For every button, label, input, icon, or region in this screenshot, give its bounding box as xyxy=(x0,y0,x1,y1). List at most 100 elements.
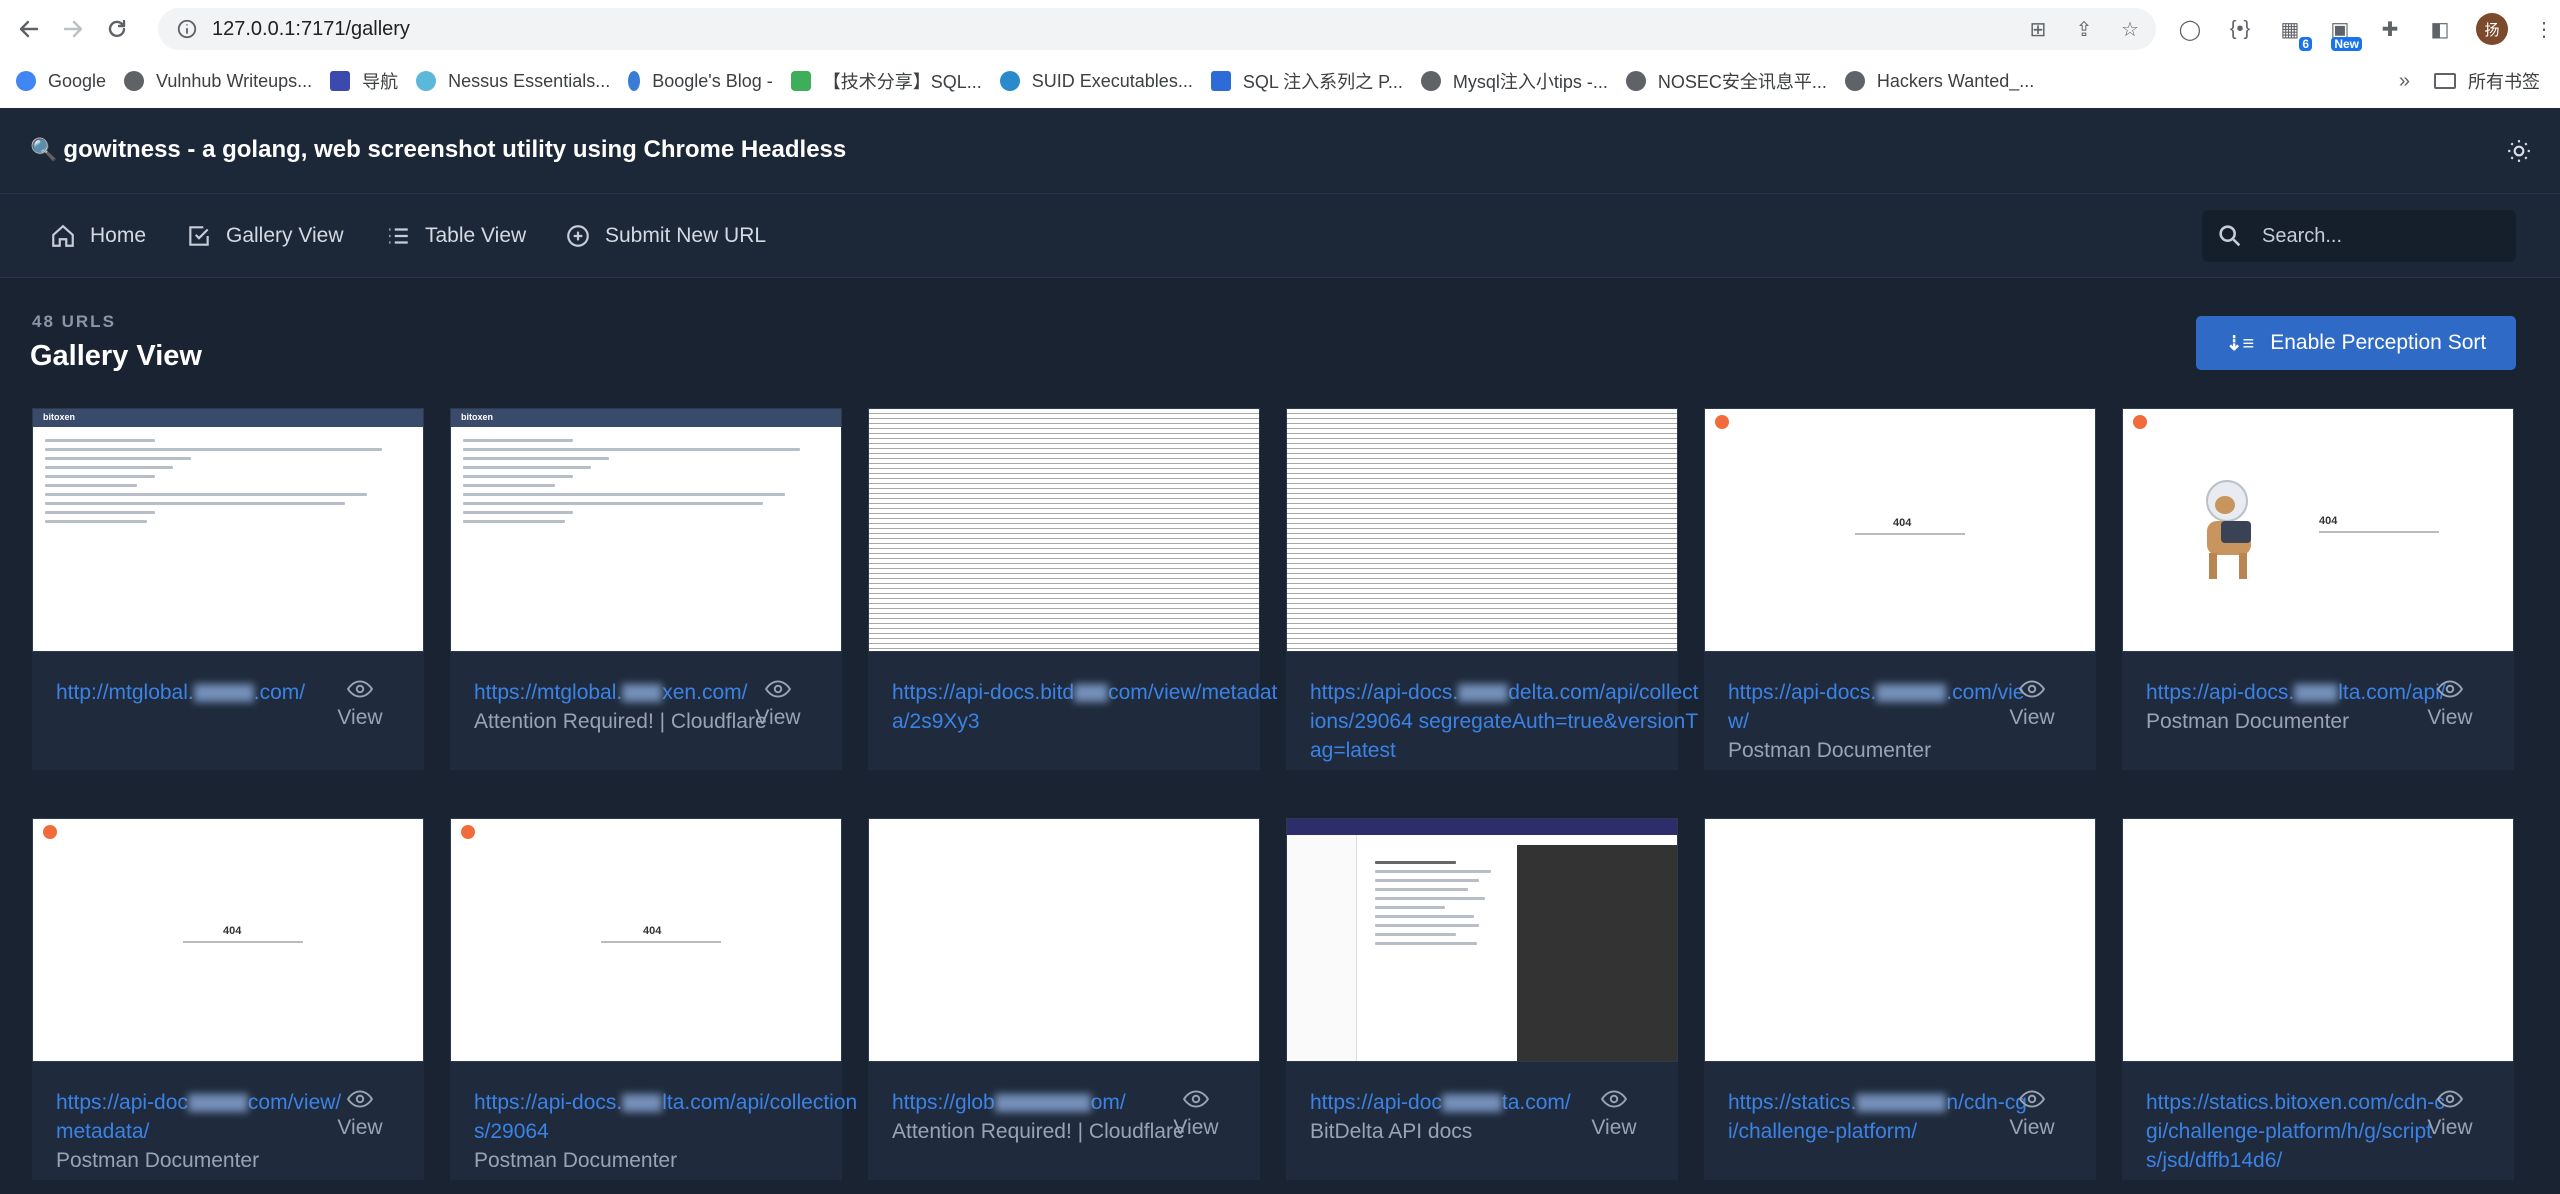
address-url[interactable]: 127.0.0.1:7171/gallery xyxy=(212,18,410,41)
check-square-icon xyxy=(189,226,209,246)
card-url[interactable]: https://api-doc com/view/metadata/Postman… xyxy=(56,1088,356,1176)
view-label: View xyxy=(2427,706,2473,729)
forward-icon[interactable] xyxy=(58,14,88,44)
card-page-title: Postman Documenter xyxy=(1728,739,1932,762)
enable-perception-sort-button[interactable]: ⇣≡ Enable Perception Sort xyxy=(2196,316,2516,370)
bookmark-item[interactable]: Hackers Wanted_... xyxy=(1844,71,2034,92)
side-panel-icon[interactable]: ◧ xyxy=(2426,15,2454,43)
screenshot-thumbnail[interactable] xyxy=(1286,818,1678,1062)
screenshot-thumbnail[interactable] xyxy=(868,818,1260,1062)
bookmark-item[interactable]: Mysql注入小tips -... xyxy=(1420,68,1608,94)
bookmark-item[interactable]: Vulnhub Writeups... xyxy=(124,71,312,92)
view-button[interactable]: View xyxy=(2002,1088,2062,1140)
screenshot-thumbnail[interactable] xyxy=(1704,818,2096,1062)
bookmark-item[interactable]: 【技术分享】SQL... xyxy=(790,68,982,94)
card-url-part[interactable]: .com/ xyxy=(254,681,305,704)
theme-toggle-sun-icon[interactable] xyxy=(2502,134,2536,168)
card-url-part[interactable]: om/ xyxy=(1091,1091,1126,1114)
app-title-text: gowitness - a golang, web screenshot uti… xyxy=(63,136,847,163)
card-url[interactable]: https://statics. n/cdn-cgi/challenge-plat… xyxy=(1728,1088,2028,1146)
site-info-icon[interactable] xyxy=(176,18,198,40)
card-url-part[interactable]: xen.com/ xyxy=(662,681,747,704)
bookmark-item[interactable]: Nessus Essentials... xyxy=(416,71,610,92)
extension-code-icon[interactable]: {•} xyxy=(2226,15,2254,43)
extension-circle-icon[interactable]: ◯ xyxy=(2176,15,2204,43)
back-icon[interactable] xyxy=(14,14,44,44)
bookmarks-overflow-button[interactable]: » xyxy=(2399,62,2410,100)
view-button[interactable]: View xyxy=(1166,1088,1226,1140)
card-url-part[interactable]: https://api-doc xyxy=(56,1091,188,1114)
search-input[interactable] xyxy=(2262,224,2482,248)
bookmark-item[interactable]: NOSEC安全讯息平... xyxy=(1625,68,1827,94)
card-url[interactable]: https://api-docs.bitd com/view/metadata/2… xyxy=(892,678,1284,736)
extension-grid-icon[interactable]: ▦ 6 xyxy=(2276,15,2312,51)
bookmark-item[interactable]: 导航 xyxy=(330,68,398,94)
card-info: http://mtglobal. .com/ View xyxy=(32,652,424,770)
screenshot-thumbnail[interactable]: 404 xyxy=(2122,408,2514,652)
postman-logo-icon xyxy=(43,825,57,839)
card-url[interactable]: https://api-docs. lta.com/api/Postman Doc… xyxy=(2146,678,2446,737)
nav-submit-url[interactable]: Submit New URL xyxy=(565,220,766,252)
bookmark-item[interactable]: SUID Executables... xyxy=(999,71,1193,92)
card-url[interactable]: https://glob om/Attention Required! | Clo… xyxy=(892,1088,1192,1147)
browser-menu-icon[interactable]: ⋮ xyxy=(2530,15,2558,43)
screenshot-card: bitoxen http://mtglobal. .com/ View xyxy=(32,408,424,770)
reload-icon[interactable] xyxy=(102,14,132,44)
card-url[interactable]: https://statics.bitoxen.com/cdn-cgi/chal… xyxy=(2146,1088,2446,1175)
extension-icons: ◯ {•} ▦ 6 ▣ New ✚ ◧ 扬 ⋮ xyxy=(2176,8,2558,51)
card-url[interactable]: https://api-doc ta.com/BitDelta API docs xyxy=(1310,1088,1610,1147)
view-button[interactable]: View xyxy=(2420,678,2480,730)
card-url-part[interactable]: https://api-docs. xyxy=(474,1091,622,1114)
view-button[interactable]: View xyxy=(2002,678,2062,730)
card-url-part[interactable]: ta.com/ xyxy=(1502,1091,1571,1114)
profile-avatar[interactable]: 扬 xyxy=(2476,13,2508,45)
card-url-part[interactable]: https://mtglobal. xyxy=(474,681,622,704)
bookmark-star-icon[interactable]: ☆ xyxy=(2118,17,2142,41)
view-button[interactable]: View xyxy=(2420,1088,2480,1140)
screenshot-thumbnail[interactable]: bitoxen xyxy=(32,408,424,652)
card-url-part[interactable]: http://mtglobal. xyxy=(56,681,194,704)
translate-icon[interactable]: ⊞ xyxy=(2026,17,2050,41)
share-icon[interactable]: ⇪ xyxy=(2072,17,2096,41)
card-url[interactable]: http://mtglobal. .com/ xyxy=(56,678,356,707)
view-button[interactable]: View xyxy=(330,1088,390,1140)
view-button[interactable]: View xyxy=(1584,1088,1644,1140)
screenshot-thumbnail[interactable]: bitoxen xyxy=(450,408,842,652)
extensions-puzzle-icon[interactable]: ✚ xyxy=(2376,15,2404,43)
card-url[interactable]: https://api-docs. .com/view/Postman Docum… xyxy=(1728,678,2028,766)
eye-icon xyxy=(347,680,373,698)
card-url-part[interactable]: https://api-doc xyxy=(1310,1091,1442,1114)
screenshot-thumbnail[interactable] xyxy=(2122,818,2514,1062)
folder-label: 所有书签 xyxy=(2468,72,2540,92)
card-url-part[interactable]: https://glob xyxy=(892,1091,995,1114)
extension-screenshot-icon[interactable]: ▣ New xyxy=(2326,15,2362,51)
card-url-part[interactable]: https://api-docs. xyxy=(2146,681,2294,704)
nav-home[interactable]: Home xyxy=(50,220,146,252)
bookmark-item[interactable]: Google xyxy=(16,71,106,92)
screenshot-thumbnail[interactable] xyxy=(868,408,1260,652)
view-button[interactable]: View xyxy=(330,678,390,730)
bookmark-item[interactable]: Boogle's Blog - xyxy=(628,71,773,92)
card-url-part[interactable]: https://api-docs.bitd xyxy=(892,681,1074,704)
card-url-part[interactable]: https://api-docs. xyxy=(1310,681,1458,704)
screenshot-thumbnail[interactable] xyxy=(1286,408,1678,652)
thumb-docs-sidebar xyxy=(1287,835,1357,1061)
card-url-part[interactable]: https://api-docs. xyxy=(1728,681,1876,704)
card-url[interactable]: https://api-docs. delta.com/api/collectio… xyxy=(1310,678,1702,765)
address-bar[interactable]: 127.0.0.1:7171/gallery ⊞ ⇪ ☆ xyxy=(158,8,2156,50)
card-url[interactable]: https://mtglobal. xen.com/Attention Requi… xyxy=(474,678,774,737)
screenshot-thumbnail[interactable]: 404 xyxy=(450,818,842,1062)
card-url[interactable]: https://api-docs. lta.com/api/collections… xyxy=(474,1088,866,1176)
view-label: View xyxy=(755,706,801,729)
thumb-404-page: 404 xyxy=(2123,409,2513,651)
card-url-part[interactable]: https://statics. xyxy=(1728,1091,1856,1114)
screenshot-thumbnail[interactable]: 404 xyxy=(32,818,424,1062)
card-url-part[interactable]: https://statics.bitoxen.com/cdn-cgi/chal… xyxy=(2146,1091,2445,1172)
view-button[interactable]: View xyxy=(748,678,808,730)
bookmark-item[interactable]: SQL 注入系列之 P... xyxy=(1210,68,1403,94)
all-bookmarks-folder[interactable]: 所有书签 xyxy=(2434,62,2540,100)
screenshot-thumbnail[interactable]: 404 xyxy=(1704,408,2096,652)
nav-gallery[interactable]: Gallery View xyxy=(186,220,344,252)
nav-table[interactable]: Table View xyxy=(385,220,526,252)
search-box[interactable] xyxy=(2202,210,2516,262)
